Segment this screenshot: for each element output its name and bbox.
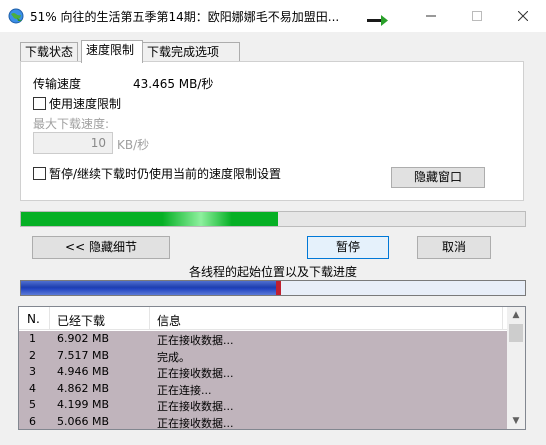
cell-number: 2 xyxy=(29,348,36,362)
scroll-down-arrow-icon[interactable]: ▼ xyxy=(507,413,525,429)
checkbox-box[interactable] xyxy=(33,167,46,180)
table-row[interactable]: 3 4.946 MB 正在接收数据... xyxy=(19,364,507,381)
list-scrollbar[interactable]: ▲ ▼ xyxy=(507,307,525,429)
cell-number: 5 xyxy=(29,398,36,411)
cell-info: 正在接收数据... xyxy=(157,367,234,380)
column-divider[interactable] xyxy=(149,307,150,330)
max-speed-input[interactable]: 10 xyxy=(33,132,113,154)
scroll-thumb[interactable] xyxy=(509,324,523,342)
table-row[interactable]: 4 4.862 MB 正在连接... xyxy=(19,380,507,397)
cell-number: 3 xyxy=(29,365,36,378)
use-speed-limit-checkbox[interactable]: 使用速度限制 xyxy=(33,95,121,112)
cell-downloaded: 4.946 MB xyxy=(57,365,110,378)
window-title: 51% 向往的生活第五季第14期：欧阳娜娜毛不易加盟田... xyxy=(30,10,340,24)
title-bar[interactable]: 51% 向往的生活第五季第14期：欧阳娜娜毛不易加盟田... xyxy=(0,0,546,32)
cell-number: 6 xyxy=(29,414,36,428)
transfer-speed-label: 传输速度 xyxy=(33,77,82,91)
column-header-downloaded[interactable]: 已经下载 xyxy=(57,312,105,329)
maximize-button[interactable] xyxy=(454,0,500,32)
list-rows: 1 6.902 MB 正在接收数据... 2 7.517 MB 完成。 3 4.946 MB 正… xyxy=(19,331,507,430)
pause-button[interactable]: 暂停 xyxy=(307,236,389,259)
cell-info: 正在接收数据... xyxy=(157,416,234,430)
tab-speed-limit[interactable]: 速度限制 xyxy=(81,40,143,63)
cell-downloaded: 6.902 MB xyxy=(57,332,110,345)
table-row[interactable]: 6 5.066 MB 正在接收数据... xyxy=(19,413,507,430)
keep-limit-on-pause-label: 暂停/继续下载时仍使用当前的速度限制设置 xyxy=(49,167,282,181)
checkbox-box[interactable] xyxy=(33,97,46,110)
keep-limit-on-pause-checkbox[interactable]: 暂停/继续下载时仍使用当前的速度限制设置 xyxy=(33,165,281,182)
transfer-speed-value: 43.465 MB/秒 xyxy=(133,77,214,91)
cell-info: 正在接收数据... xyxy=(157,400,234,413)
app-globe-icon xyxy=(8,8,24,24)
column-header-number[interactable]: N. xyxy=(27,312,40,326)
download-progress-bar xyxy=(20,211,526,227)
thread-progress-label: 各线程的起始位置以及下载进度 xyxy=(188,265,357,279)
speed-limit-panel: 传输速度 43.465 MB/秒 使用速度限制 最大下载速度: 10 KB/秒 … xyxy=(20,61,524,201)
column-divider[interactable] xyxy=(49,307,50,330)
table-row[interactable]: 5 4.199 MB 正在接收数据... xyxy=(19,397,507,414)
thread-progress-fill xyxy=(21,281,279,295)
column-header-info[interactable]: 信息 xyxy=(157,312,181,329)
max-speed-unit: KB/秒 xyxy=(117,138,150,152)
max-speed-label: 最大下载速度: xyxy=(33,117,110,131)
tab-completion-options[interactable]: 下载完成选项 xyxy=(142,42,240,62)
cell-number: 1 xyxy=(29,332,36,345)
cell-info: 正在连接... xyxy=(157,383,212,397)
hide-details-button[interactable]: << 隐藏细节 xyxy=(32,236,170,259)
cell-info: 完成。 xyxy=(157,350,190,364)
thread-position-marker xyxy=(276,281,282,295)
download-progress-fill xyxy=(21,212,279,226)
cell-downloaded: 4.862 MB xyxy=(57,381,110,395)
use-speed-limit-label: 使用速度限制 xyxy=(49,97,122,111)
table-row[interactable]: 2 7.517 MB 完成。 xyxy=(19,347,507,364)
thread-progress-bar xyxy=(20,280,526,296)
download-arrow-icon xyxy=(367,14,389,26)
connections-list[interactable]: N. 已经下载 信息 1 6.902 MB 正在接收数据... 2 7.517 MB 完成… xyxy=(18,306,526,430)
tab-download-status[interactable]: 下载状态 xyxy=(20,42,78,62)
list-header: N. 已经下载 信息 xyxy=(19,307,507,330)
close-button[interactable] xyxy=(500,0,546,32)
cancel-button[interactable]: 取消 xyxy=(417,236,491,259)
hide-window-button[interactable]: 隐藏窗口 xyxy=(391,167,485,188)
table-row[interactable]: 1 6.902 MB 正在接收数据... xyxy=(19,331,507,348)
scroll-up-arrow-icon[interactable]: ▲ xyxy=(507,307,525,323)
cell-info: 正在接收数据... xyxy=(157,334,234,347)
column-divider[interactable] xyxy=(502,307,503,330)
cell-downloaded: 7.517 MB xyxy=(57,348,110,362)
minimize-button[interactable] xyxy=(408,0,454,32)
cell-downloaded: 4.199 MB xyxy=(57,398,110,411)
cell-number: 4 xyxy=(29,381,36,395)
cell-downloaded: 5.066 MB xyxy=(57,414,110,428)
